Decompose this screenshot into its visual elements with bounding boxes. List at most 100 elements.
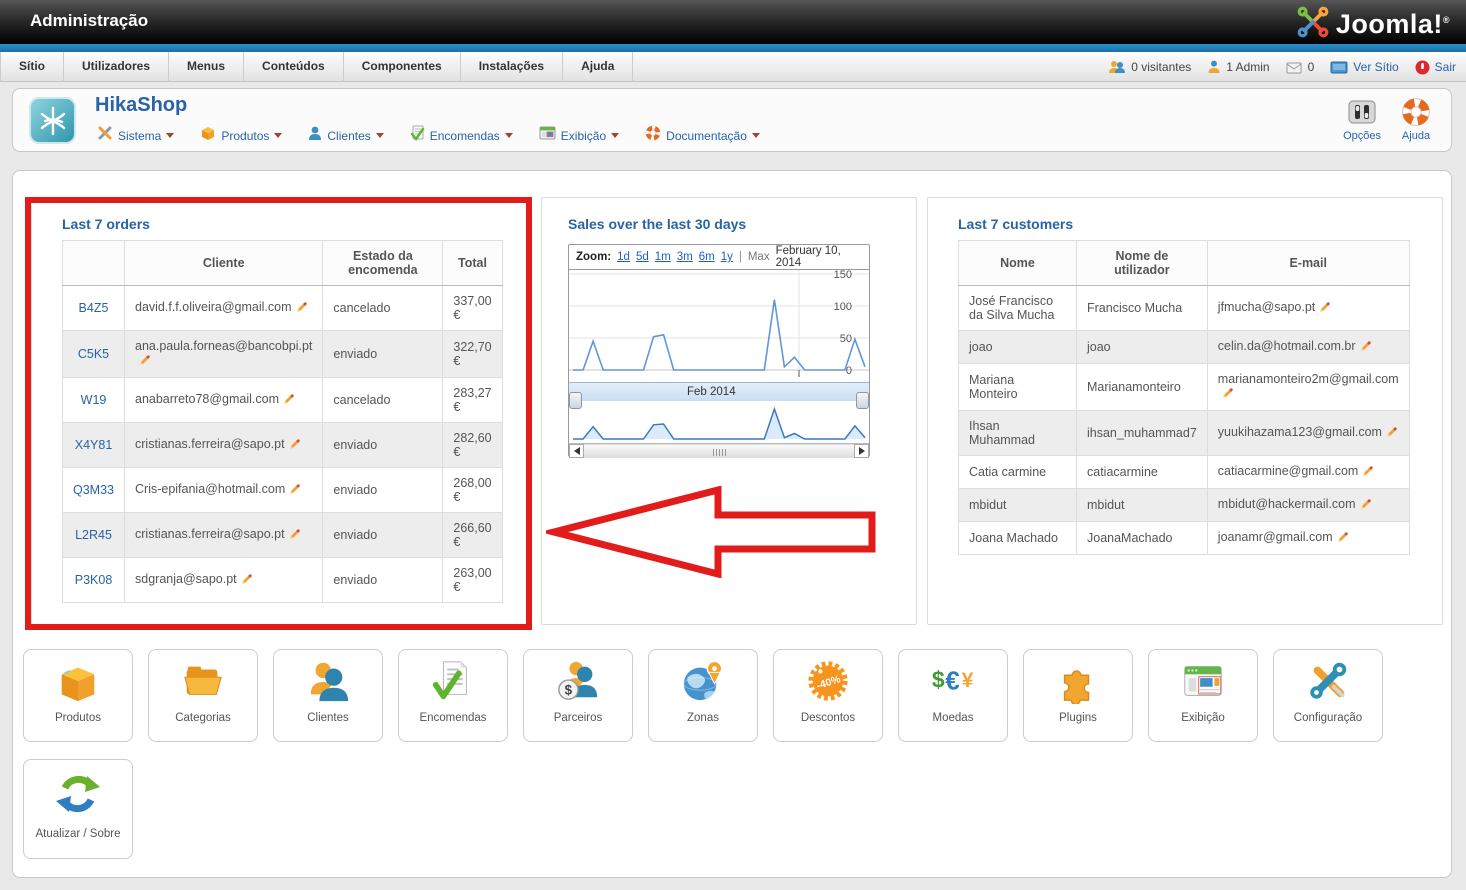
table-row: Catia carminecatiacarminecatiacarmine@gm… — [959, 456, 1410, 489]
hikashop-menu-sistema[interactable]: Sistema — [97, 125, 174, 146]
view-site-link[interactable]: Ver Sítio — [1330, 60, 1398, 74]
customer-username-cell: catiacarmine — [1077, 456, 1208, 489]
scrollbar-track[interactable] — [584, 444, 854, 458]
shortcut-clientes[interactable]: Clientes — [273, 649, 383, 742]
menubar-item-instalacoes[interactable]: Instalações — [461, 52, 563, 82]
svg-text:€: € — [945, 668, 959, 696]
scrollbar-left-button[interactable] — [569, 444, 584, 458]
zoom-range-6m[interactable]: 6m — [699, 251, 715, 263]
order-code-link[interactable]: W19 — [81, 393, 107, 407]
exibicao-icon — [1149, 650, 1257, 712]
opcoes-button[interactable]: Opções — [1343, 96, 1381, 142]
shortcut-cards-row: ProdutosCategoriasClientesEncomendas$Par… — [23, 649, 1383, 742]
shortcut-zonas[interactable]: Zonas — [648, 649, 758, 742]
table-row: P3K08sdgranja@sapo.ptenviado263,00 € — [63, 558, 503, 603]
order-code-cell: Q3M33 — [63, 468, 125, 513]
zoom-range-1d[interactable]: 1d — [617, 251, 630, 263]
order-code-cell: C5K5 — [63, 331, 125, 378]
order-code-link[interactable]: B4Z5 — [79, 301, 109, 315]
admin-topbar: Administração Joomla!® — [0, 0, 1466, 44]
hikashop-menu-clientes[interactable]: Clientes — [308, 125, 383, 146]
scrollbar-grip[interactable] — [713, 449, 726, 456]
shortcut-encomendas[interactable]: Encomendas — [398, 649, 508, 742]
hikashop-menu-exibicao[interactable]: Exibição — [539, 125, 619, 146]
edit-pencil-icon[interactable] — [240, 572, 253, 588]
chart-navigator[interactable] — [569, 401, 869, 443]
hikashop-menu-documentacao[interactable]: Documentação — [645, 125, 760, 146]
shortcut-categorias[interactable]: Categorias — [148, 649, 258, 742]
sales-chart-panel: Sales over the last 30 days Zoom: 1d5d1m… — [541, 197, 917, 625]
menubar-item-menus[interactable]: Menus — [169, 52, 244, 82]
menubar-item-ajuda[interactable]: Ajuda — [563, 52, 633, 82]
table-row: X4Y81cristianas.ferreira@sapo.ptenviado2… — [63, 423, 503, 468]
right-arrow-icon — [859, 447, 865, 455]
shortcut-produtos[interactable]: Produtos — [23, 649, 133, 742]
navigator-left-handle[interactable] — [569, 392, 582, 409]
order-code-link[interactable]: C5K5 — [78, 347, 109, 361]
menubar-item-componentes[interactable]: Componentes — [344, 52, 461, 82]
edit-pencil-icon[interactable] — [1221, 386, 1234, 402]
shortcut-moedas[interactable]: $€¥Moedas — [898, 649, 1008, 742]
edit-pencil-icon[interactable] — [1385, 425, 1398, 441]
edit-pencil-icon[interactable] — [1318, 300, 1331, 316]
shortcut-parceiros[interactable]: $Parceiros — [523, 649, 633, 742]
shortcut-descontos[interactable]: -40%Descontos — [773, 649, 883, 742]
edit-pencil-icon[interactable] — [1359, 497, 1372, 513]
column-header: Estado da encomenda — [323, 241, 443, 286]
menubar-item-utilizadores[interactable]: Utilizadores — [64, 52, 169, 82]
menubar-item-sitio[interactable]: Sítio — [0, 52, 64, 82]
edit-pencil-icon[interactable] — [1361, 464, 1374, 480]
customer-username-cell: Francisco Mucha — [1077, 286, 1208, 331]
logout-icon — [1415, 60, 1430, 75]
shortcut-plugins[interactable]: Plugins — [1023, 649, 1133, 742]
zoom-range-3m[interactable]: 3m — [677, 251, 693, 263]
order-client-cell: anabarreto78@gmail.com — [125, 378, 323, 423]
messages-status[interactable]: 0 — [1286, 60, 1315, 74]
edit-pencil-icon[interactable] — [288, 527, 301, 543]
customer-email-cell: joanamr@gmail.com — [1207, 522, 1409, 555]
edit-pencil-icon[interactable] — [288, 437, 301, 453]
order-code-cell: B4Z5 — [63, 286, 125, 331]
shortcut-atualizar[interactable]: Atualizar / Sobre — [23, 759, 133, 859]
customer-email-cell: celin.da@hotmail.com.br — [1207, 331, 1409, 364]
order-code-link[interactable]: Q3M33 — [73, 483, 114, 497]
hikashop-menu-encomendas[interactable]: Encomendas — [410, 125, 513, 146]
logout-link[interactable]: Sair — [1415, 60, 1456, 75]
monitor-icon — [1330, 61, 1348, 74]
menubar-item-conteudos[interactable]: Conteúdos — [244, 52, 344, 82]
svg-text:100: 100 — [834, 301, 852, 313]
joomla-logo-text: Joomla!® — [1336, 9, 1450, 40]
edit-pencil-icon[interactable] — [138, 353, 151, 369]
hikashop-menu-produtos[interactable]: Produtos — [200, 125, 282, 146]
admins-status[interactable]: 1 Admin — [1207, 60, 1269, 74]
ajuda-button[interactable]: Ajuda — [1401, 96, 1431, 142]
order-code-link[interactable]: P3K08 — [75, 573, 113, 587]
zoom-range-1m[interactable]: 1m — [655, 251, 671, 263]
order-total-cell: 266,60 € — [443, 513, 502, 558]
scrollbar-right-button[interactable] — [854, 444, 869, 458]
box-icon — [200, 125, 216, 146]
edit-pencil-icon[interactable] — [282, 392, 295, 408]
column-header: E-mail — [1207, 241, 1409, 286]
zoom-range-1y[interactable]: 1y — [721, 251, 733, 263]
table-row: B4Z5david.f.f.oliveira@gmail.comcancelad… — [63, 286, 503, 331]
order-status-cell: enviado — [323, 468, 443, 513]
zoom-range-5d[interactable]: 5d — [636, 251, 649, 263]
edit-pencil-icon[interactable] — [1359, 339, 1372, 355]
edit-pencil-icon[interactable] — [1336, 530, 1349, 546]
navigator-right-handle[interactable] — [856, 392, 869, 409]
visitors-status[interactable]: 0 visitantes — [1108, 60, 1191, 74]
zoom-max-link[interactable]: Max — [748, 251, 770, 263]
order-client-cell: Cris-epifania@hotmail.com — [125, 468, 323, 513]
user-icon — [308, 126, 322, 146]
edit-pencil-icon[interactable] — [288, 482, 301, 498]
order-code-link[interactable]: L2R45 — [75, 528, 112, 542]
svg-text:50: 50 — [840, 333, 852, 345]
column-header: Nome — [959, 241, 1077, 286]
column-header — [63, 241, 125, 286]
edit-pencil-icon[interactable] — [295, 300, 308, 316]
shortcut-exibicao[interactable]: Exibição — [1148, 649, 1258, 742]
shortcut-configuracao[interactable]: Configuração — [1273, 649, 1383, 742]
order-client-cell: sdgranja@sapo.pt — [125, 558, 323, 603]
order-code-link[interactable]: X4Y81 — [75, 438, 113, 452]
